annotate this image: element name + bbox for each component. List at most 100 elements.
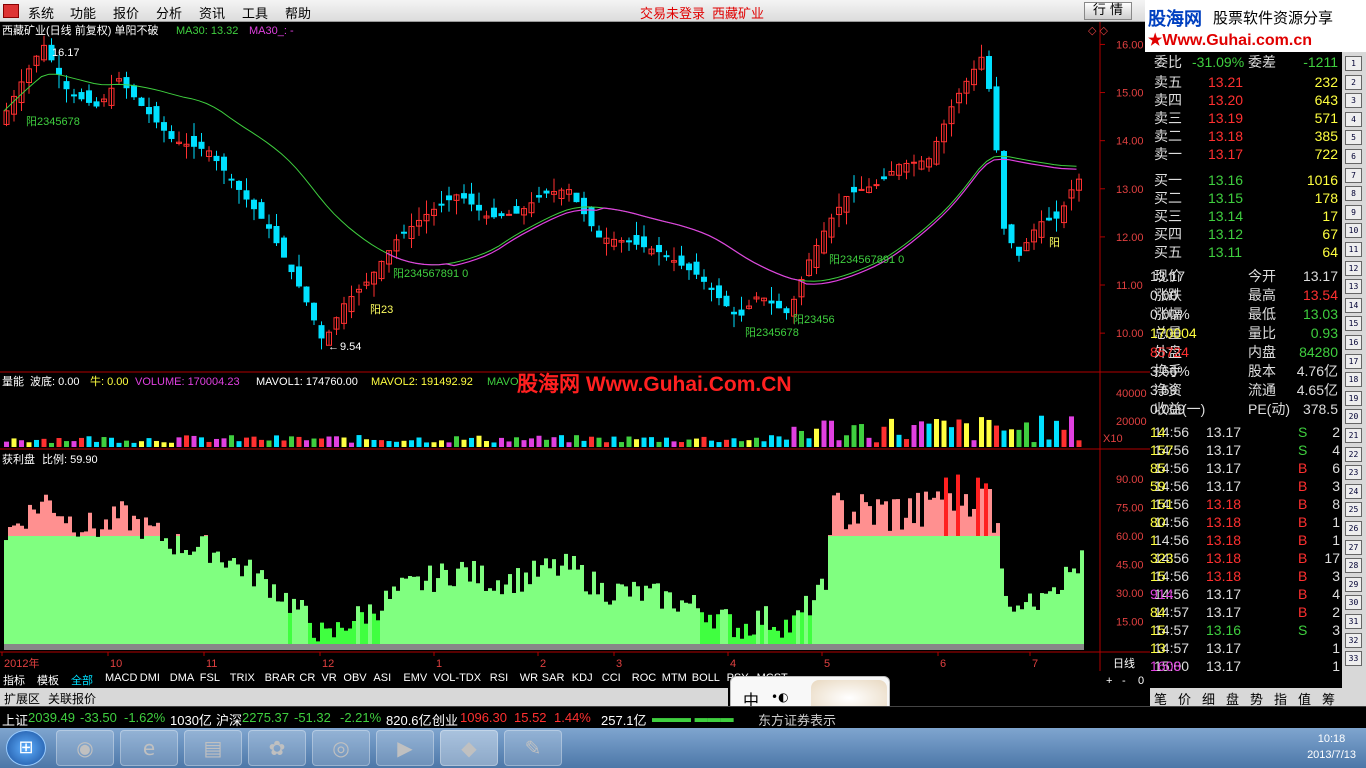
sub-tab[interactable]: 扩展区 [4, 690, 40, 707]
tool-button[interactable]: 10 [1345, 223, 1362, 239]
indicator-tab[interactable]: DMI [140, 672, 160, 684]
tick-row[interactable]: 14:56 13.17 14 S 2 [1150, 423, 1342, 441]
tool-button[interactable]: 14 [1345, 297, 1362, 313]
tool-button[interactable]: 3 [1345, 93, 1362, 109]
indicator-tab[interactable]: 指标 [3, 672, 25, 688]
stock-app-icon[interactable]: ◆ [440, 730, 498, 766]
indicator-tab[interactable]: MACD [105, 672, 137, 684]
tool-button[interactable]: 23 [1345, 465, 1362, 481]
folder-icon[interactable]: ▤ [184, 730, 242, 766]
tool-button[interactable]: 27 [1345, 539, 1362, 555]
menu-system[interactable]: 系统 [28, 3, 54, 22]
news-ticker[interactable]: 东方证券表示 [758, 710, 836, 729]
tool-button[interactable]: 18 [1345, 372, 1362, 388]
tool-button[interactable]: 1 [1345, 56, 1362, 71]
paint-icon[interactable]: ✎ [504, 730, 562, 766]
tool-button[interactable]: 22 [1345, 446, 1362, 462]
tool-button[interactable]: 32 [1345, 632, 1362, 648]
tick-row[interactable]: 14:56 13.17 914 B 4 [1150, 585, 1342, 603]
ime-moon-icon[interactable]: •◐ [771, 690, 789, 704]
tool-button[interactable]: 12 [1345, 260, 1362, 276]
profit-bar-red [24, 528, 28, 536]
tool-button[interactable]: 25 [1345, 502, 1362, 518]
tool-button[interactable]: 17 [1345, 353, 1362, 369]
indicator-tab[interactable]: VOL-TDX [433, 672, 481, 684]
indicator-tab[interactable]: BOLL [692, 672, 720, 684]
photo-icon[interactable]: ✿ [248, 730, 306, 766]
tick-row[interactable]: 14:56 13.18 80 B 1 [1150, 513, 1342, 531]
zoom-button[interactable]: 0 [1138, 675, 1144, 687]
indicator-tab[interactable]: OBV [343, 672, 366, 684]
tool-button[interactable]: 11 [1345, 242, 1362, 257]
indicator-tab[interactable]: 模板 [37, 672, 59, 688]
indicator-tab[interactable]: FSL [200, 672, 220, 684]
menu-info[interactable]: 资讯 [199, 3, 225, 22]
tick-row[interactable]: 14:56 13.18 1 B 1 [1150, 531, 1342, 549]
tool-button[interactable]: 19 [1345, 390, 1362, 406]
menu-help[interactable]: 帮助 [285, 3, 311, 22]
indicator-tab[interactable]: WR [520, 672, 538, 684]
indicator-tab[interactable]: RSI [490, 672, 508, 684]
tool-button[interactable]: 7 [1345, 167, 1362, 183]
indicator-tab[interactable]: MTM [662, 672, 687, 684]
chrome-icon[interactable]: ◎ [312, 730, 370, 766]
tick-row[interactable]: 14:57 13.16 15 S 3 [1150, 621, 1342, 639]
tool-button[interactable]: 15 [1345, 316, 1362, 332]
indicator-tab[interactable]: SAR [542, 672, 565, 684]
tick-row[interactable]: 14:56 13.17 157 S 4 [1150, 441, 1342, 459]
zoom-button[interactable]: - [1122, 675, 1126, 687]
tool-button[interactable]: 5 [1345, 130, 1362, 146]
tool-button[interactable]: 20 [1345, 409, 1362, 425]
indicator-tab[interactable]: 全部 [71, 672, 93, 688]
tool-button[interactable]: 29 [1345, 576, 1362, 592]
tool-button[interactable]: 24 [1345, 483, 1362, 499]
clock[interactable]: 10:18 2013/7/13 [1307, 731, 1356, 763]
indicator-tab[interactable]: ASI [373, 672, 391, 684]
tick-row[interactable]: 14:57 13.17 84 B 2 [1150, 603, 1342, 621]
indicator-tab[interactable]: TRIX [230, 672, 255, 684]
tick-row[interactable]: 15:00 13.17 1608 1 [1150, 657, 1342, 675]
menu-function[interactable]: 功能 [70, 3, 96, 22]
tick-row[interactable]: 14:56 13.18 151 B 8 [1150, 495, 1342, 513]
indicator-tab[interactable]: CCI [602, 672, 621, 684]
tick-row[interactable]: 14:56 13.17 59 B 3 [1150, 477, 1342, 495]
tick-row[interactable]: 14:56 13.18 323 B 17 [1150, 549, 1342, 567]
tool-button[interactable]: 16 [1345, 335, 1362, 350]
tool-button[interactable]: 33 [1345, 651, 1362, 667]
menu-tools[interactable]: 工具 [242, 3, 268, 22]
start-button[interactable]: ⊞ [6, 730, 46, 766]
zoom-button[interactable]: + [1106, 675, 1112, 687]
tool-button[interactable]: 13 [1345, 279, 1362, 295]
media-icon[interactable]: ▶ [376, 730, 434, 766]
tick-row[interactable]: 14:56 13.17 85 B 6 [1150, 459, 1342, 477]
tool-button[interactable]: 4 [1345, 111, 1362, 127]
indicator-tab[interactable]: BRAR [265, 672, 296, 684]
trade-status[interactable]: 交易未登录 [640, 3, 705, 22]
app-icon-1[interactable]: ◉ [56, 730, 114, 766]
tick-row[interactable]: 14:57 13.17 13 1 [1150, 639, 1342, 657]
tool-button[interactable]: 21 [1345, 428, 1362, 443]
indicator-tab[interactable]: DMA [170, 672, 194, 684]
ie-icon[interactable]: e [120, 730, 178, 766]
sub-tab[interactable]: 关联报价 [48, 690, 96, 707]
tool-button[interactable]: 6 [1345, 149, 1362, 164]
tool-button[interactable]: 9 [1345, 204, 1362, 220]
menu-quote[interactable]: 报价 [113, 3, 139, 22]
kline-chart[interactable]: 西藏矿业(日线 前复权) 单阳不破 MA30: 13.32 MA30_: - ◇… [0, 22, 1150, 688]
tool-button[interactable]: 26 [1345, 521, 1362, 536]
quote-button[interactable]: 行 情 [1084, 2, 1132, 20]
period-label[interactable]: 日线 [1113, 656, 1135, 670]
indicator-tab[interactable]: ROC [632, 672, 656, 684]
tool-button[interactable]: 31 [1345, 614, 1362, 629]
tool-button[interactable]: 30 [1345, 595, 1362, 611]
diamond-icon[interactable]: ◇ ◇ [1088, 25, 1109, 37]
indicator-tab[interactable]: CR [299, 672, 315, 684]
indicator-tab[interactable]: KDJ [572, 672, 593, 684]
tool-button[interactable]: 2 [1345, 74, 1362, 90]
tool-button[interactable]: 8 [1345, 186, 1362, 202]
menu-analysis[interactable]: 分析 [156, 3, 182, 22]
tool-button[interactable]: 28 [1345, 558, 1362, 574]
tick-row[interactable]: 14:56 13.18 15 B 3 [1150, 567, 1342, 585]
indicator-tab[interactable]: EMV [403, 672, 427, 684]
indicator-tab[interactable]: VR [321, 672, 336, 684]
